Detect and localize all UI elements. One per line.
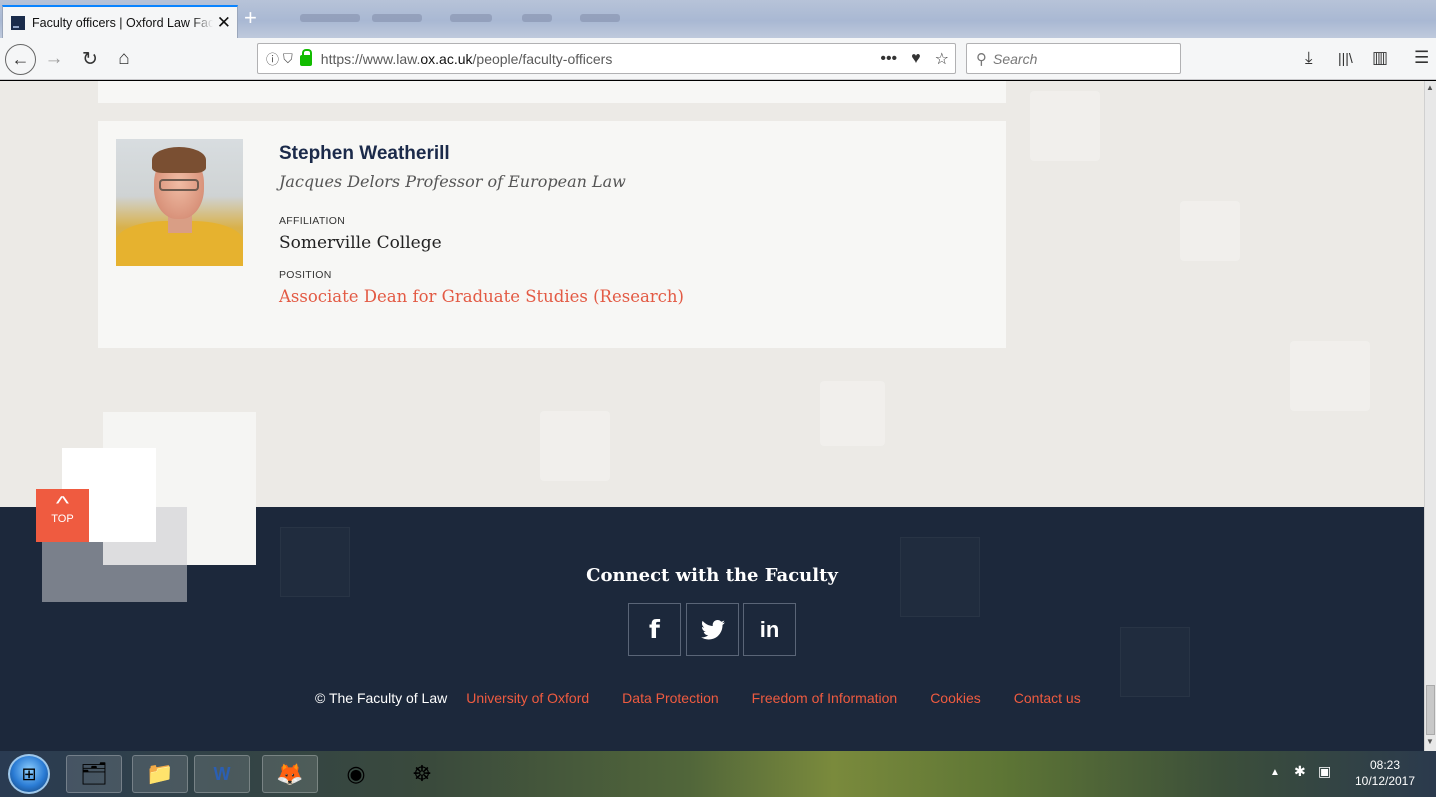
search-field[interactable]: ⚲ Search [966,43,1181,74]
new-tab-button[interactable]: + [244,7,257,29]
pocket-icon[interactable]: ♥ [911,50,921,68]
windows-start-icon: ⊞ [21,763,37,784]
url-path: /people/faculty-officers [472,50,613,67]
position-label: POSITION [279,269,332,281]
system-clock[interactable]: 08:23 10/12/2017 [1346,757,1424,789]
bg-tile [1290,341,1370,411]
clock-date: 10/12/2017 [1354,774,1416,788]
footer-link-cookies[interactable]: Cookies [930,690,981,706]
connect-heading: Connect with the Faculty [586,565,838,586]
photo-glasses [159,179,199,191]
back-to-top-button[interactable]: ^ TOP [36,489,89,542]
windows-explorer-icon: 🗂 [80,761,108,786]
taskbar-app[interactable]: ☸ [394,755,450,793]
tab-title: Faculty officers | Oxford Law Faculty [32,15,213,30]
scroll-up-arrow-icon[interactable]: ▲ [1426,83,1434,92]
oxford-favicon-icon [11,15,25,30]
taskbar-app[interactable]: W [194,755,250,793]
affiliation-value: Somerville College [279,233,442,253]
person-name[interactable]: Stephen Weatherill [279,143,450,165]
library-icon[interactable]: |||\ [1338,50,1353,66]
taskbar-app[interactable]: 🗂 [66,755,122,793]
taskbar-app[interactable]: ◉ [328,755,384,793]
forward-button[interactable]: → [40,45,68,73]
sidebar-icon[interactable]: ▥ [1372,48,1388,68]
bg-tile [540,411,610,481]
scroll-down-arrow-icon[interactable]: ▼ [1426,737,1434,746]
copyright: © The Faculty of Law [315,690,448,706]
footer-link-foi[interactable]: Freedom of Information [752,690,898,706]
tab-strip: Faculty officers | Oxford Law Faculty ✕ … [0,0,1436,38]
home-button[interactable]: ⌂ [110,45,138,73]
blurred-tab [372,14,422,22]
vertical-scrollbar[interactable]: ▲ ▼ [1424,81,1436,751]
bookmark-star-icon[interactable]: ☆ [935,49,949,69]
file-manager-icon: 📁 [146,761,174,786]
navigation-toolbar: ← → ↻ ⌂ ⓘ ⛉ https://www.law.ox.ac.uk/peo… [0,38,1436,80]
footer-links: © The Faculty of Law University of Oxfor… [315,690,1114,706]
blurred-tab [522,14,552,22]
footer-link-university[interactable]: University of Oxford [466,690,589,706]
bg-tile [1180,201,1240,261]
twitter-button[interactable] [686,603,739,656]
footer-bg-tile [1120,627,1190,697]
windows-taskbar: ⊞ 🗂 📁 W 🦊 ◉ ☸ ▲ ✱ ▣ 08:23 10/12/2017 [0,751,1436,797]
info-icon[interactable]: ⓘ [266,49,279,68]
reload-icon: ↻ [82,48,98,70]
person-title: Jacques Delors Professor of European Law [279,172,626,191]
facebook-icon: f [649,615,660,644]
url-domain: ox.ac.uk [420,50,473,67]
search-icon: ⚲ [976,50,987,68]
footer-link-contact[interactable]: Contact us [1014,690,1081,706]
linkedin-icon: in [759,616,780,642]
blurred-tab [580,14,620,22]
bg-tile [1030,91,1100,161]
tray-expand-icon[interactable]: ▲ [1270,767,1280,778]
taskbar-app[interactable]: 🦊 [262,755,318,793]
chrome-icon: ◉ [346,761,366,786]
tray-network-icon[interactable]: ▣ [1318,763,1331,780]
facebook-button[interactable]: f [628,603,681,656]
chevron-up-icon: ^ [55,493,70,515]
url-text[interactable]: https://www.law.ox.ac.uk/people/faculty-… [321,51,881,67]
reload-button[interactable]: ↻ [76,45,104,73]
person-card: Stephen Weatherill Jacques Delors Profes… [98,121,1006,348]
helm-app-icon: ☸ [412,761,432,786]
page-content: Stephen Weatherill Jacques Delors Profes… [0,81,1424,751]
scroll-thumb[interactable] [1426,685,1435,735]
word-icon: W [213,763,231,784]
lock-icon[interactable] [299,49,312,66]
blurred-tab [450,14,492,22]
tray-app-icon[interactable]: ✱ [1294,763,1306,780]
position-link[interactable]: Associate Dean for Graduate Studies (Res… [279,287,684,306]
blurred-tab [300,14,360,22]
person-photo [116,139,243,266]
footer-link-data-protection[interactable]: Data Protection [622,690,719,706]
forward-icon: → [44,48,64,69]
windows-start-button[interactable]: ⊞ [8,754,50,794]
page-actions-icon[interactable]: ••• [880,50,897,68]
photo-hair [152,147,206,173]
tracking-shield-icon[interactable]: ⛉ [283,51,293,67]
search-placeholder: Search [993,50,1038,67]
download-icon[interactable]: ⤓ [1305,48,1313,68]
back-button[interactable]: ← [5,44,36,75]
home-icon: ⌂ [118,48,130,69]
bg-tile [820,381,885,446]
menu-icon[interactable]: ☰ [1414,48,1429,68]
taskbar-app[interactable]: 📁 [132,755,188,793]
active-tab[interactable]: Faculty officers | Oxford Law Faculty ✕ [2,5,238,38]
footer-bg-tile [280,527,350,597]
previous-person-card [98,81,1006,103]
close-tab-icon[interactable]: ✕ [217,14,231,31]
linkedin-button[interactable]: in [743,603,796,656]
twitter-icon [700,619,725,639]
address-bar[interactable]: ⓘ ⛉ https://www.law.ox.ac.uk/people/facu… [257,43,956,74]
back-icon: ← [11,49,30,69]
affiliation-label: AFFILIATION [279,215,346,227]
clock-time: 08:23 [1369,758,1401,772]
firefox-icon: 🦊 [276,761,304,786]
url-prefix: https://www.law. [320,50,421,67]
